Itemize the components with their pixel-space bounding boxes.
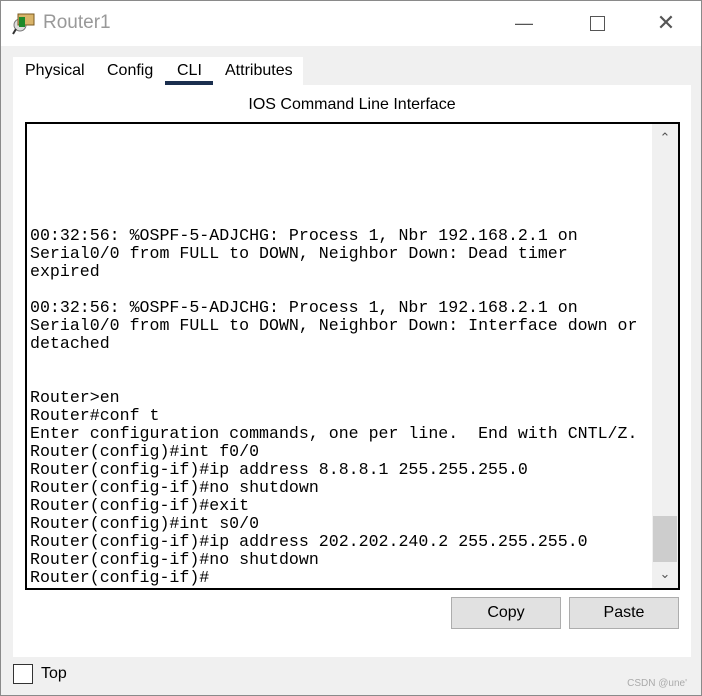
terminal-line: Router(config-if)#ip address 202.202.240… [30,532,588,551]
scroll-down-chevron-icon[interactable]: ⌄ [652,563,678,585]
terminal-output: 00:32:56: %OSPF-5-ADJCHG: Process 1, Nbr… [30,227,650,587]
minimize-button[interactable]: — [501,9,547,37]
scroll-up-chevron-icon[interactable]: ⌃ [652,127,678,149]
cli-terminal[interactable]: 00:32:56: %OSPF-5-ADJCHG: Process 1, Nbr… [25,122,680,590]
terminal-line: Enter configuration commands, one per li… [30,424,638,443]
terminal-line: Router(config-if)#no shutdown [30,478,319,497]
terminal-line: Serial0/0 from FULL to DOWN, Neighbor Do… [30,244,568,263]
tab-cli[interactable]: CLI [177,62,202,80]
terminal-line: Router#conf t [30,406,160,425]
terminal-line: 00:32:56: %OSPF-5-ADJCHG: Process 1, Nbr… [30,298,578,317]
terminal-line: Router(config)#int s0/0 [30,514,260,533]
scrollbar-thumb[interactable] [653,516,677,562]
terminal-line: Router>en [30,388,120,407]
terminal-line: Serial0/0 from FULL to DOWN, Neighbor Do… [30,316,638,335]
terminal-line: expired [30,262,100,281]
paste-button[interactable]: Paste [569,597,679,629]
window-title: Router1 [43,12,111,33]
copy-button[interactable]: Copy [451,597,561,629]
terminal-line: detached [30,334,110,353]
tab-attributes[interactable]: Attributes [225,62,293,80]
tab-bar: Physical Config CLI Attributes [13,57,303,85]
title-bar: Router1 — ✕ [1,1,701,46]
terminal-line: Router(config-if)#no shutdown [30,550,319,569]
terminal-line: 00:32:56: %OSPF-5-ADJCHG: Process 1, Nbr… [30,226,578,245]
close-button[interactable]: ✕ [643,9,689,37]
tab-config[interactable]: Config [107,62,153,80]
maximize-icon [589,15,605,31]
terminal-line: Router(config)#int f0/0 [30,442,260,461]
terminal-line: Router(config-if)# [30,568,210,587]
router-app-icon [12,13,35,35]
terminal-line: Router(config-if)#ip address 8.8.8.1 255… [30,460,528,479]
terminal-line: Router(config-if)#exit [30,496,250,515]
tab-physical[interactable]: Physical [25,62,85,80]
top-checkbox-label: Top [41,665,67,682]
panel-title: IOS Command Line Interface [248,96,456,113]
terminal-scrollbar[interactable]: ⌃ ⌄ [652,124,678,588]
top-checkbox[interactable] [13,664,33,684]
watermark: CSDN @une' [627,678,687,689]
maximize-button[interactable] [574,9,620,37]
router-window: Router1 — ✕ Physical Config CLI Attribut… [0,0,702,696]
